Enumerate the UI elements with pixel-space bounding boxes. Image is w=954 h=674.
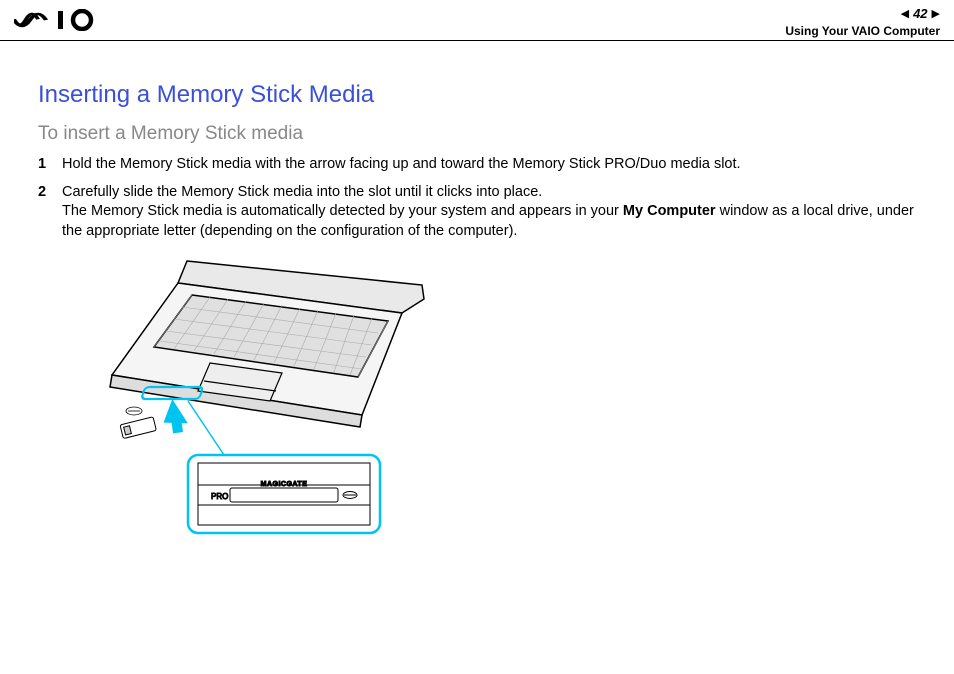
step-text-line1: Carefully slide the Memory Stick media i…	[62, 184, 542, 200]
page-navigation: ◀ 42 ▶	[901, 6, 940, 21]
instruction-steps: 1 Hold the Memory Stick media with the a…	[38, 155, 916, 241]
step-number: 2	[38, 183, 62, 242]
step-text-line2-bold: My Computer	[623, 203, 716, 219]
page-heading: Inserting a Memory Stick Media	[38, 81, 916, 109]
page-subheading: To insert a Memory Stick media	[38, 123, 916, 145]
header-bar: ◀ 42 ▶ Using Your VAIO Computer	[0, 0, 954, 41]
callout-magicgate-label: MAGICGATE	[261, 481, 308, 488]
step-number: 1	[38, 155, 62, 175]
section-label: Using Your VAIO Computer	[785, 24, 940, 38]
step-2: 2 Carefully slide the Memory Stick media…	[38, 183, 916, 242]
vaio-logo	[14, 9, 110, 31]
step-1: 1 Hold the Memory Stick media with the a…	[38, 155, 916, 175]
page-content: Inserting a Memory Stick Media To insert…	[0, 41, 954, 550]
laptop-illustration: PRO MAGICGATE	[92, 255, 916, 550]
step-text: Hold the Memory Stick media with the arr…	[62, 155, 916, 175]
step-text: Carefully slide the Memory Stick media i…	[62, 183, 916, 242]
callout-pro-label: PRO	[211, 492, 228, 501]
insert-arrow-icon	[160, 398, 187, 434]
page-number: 42	[913, 6, 927, 21]
step-text-line2-pre: The Memory Stick media is automatically …	[62, 203, 623, 219]
prev-page-arrow-icon[interactable]: ◀	[901, 7, 909, 20]
next-page-arrow-icon[interactable]: ▶	[932, 7, 940, 20]
